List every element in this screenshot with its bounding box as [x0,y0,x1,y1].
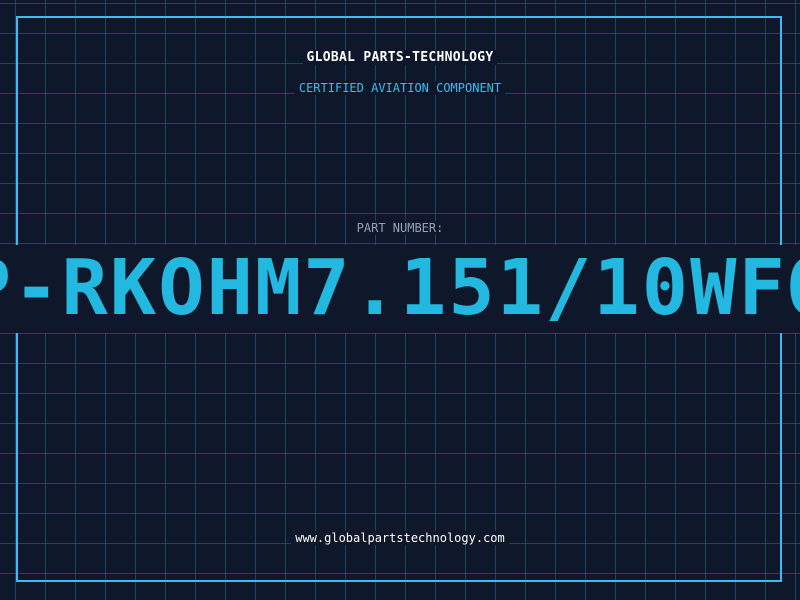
certification-tagline-text: CERTIFIED AVIATION COMPONENT [294,81,506,95]
part-number-band: P-RKOHM7.151/10WFO [0,245,800,333]
website-link-text: www.globalpartstechnology.com [291,531,509,545]
certification-tagline: CERTIFIED AVIATION COMPONENT [0,81,800,95]
part-card: GLOBAL PARTS-TECHNOLOGY CERTIFIED AVIATI… [0,0,800,600]
company-name-text: GLOBAL PARTS-TECHNOLOGY [302,50,498,65]
part-number-value: P-RKOHM7.151/10WFO [0,245,800,333]
part-number-label-text: PART NUMBER: [352,221,448,235]
part-number-label: PART NUMBER: [0,221,800,235]
website-link[interactable]: www.globalpartstechnology.com [0,531,800,545]
company-name: GLOBAL PARTS-TECHNOLOGY [0,50,800,65]
